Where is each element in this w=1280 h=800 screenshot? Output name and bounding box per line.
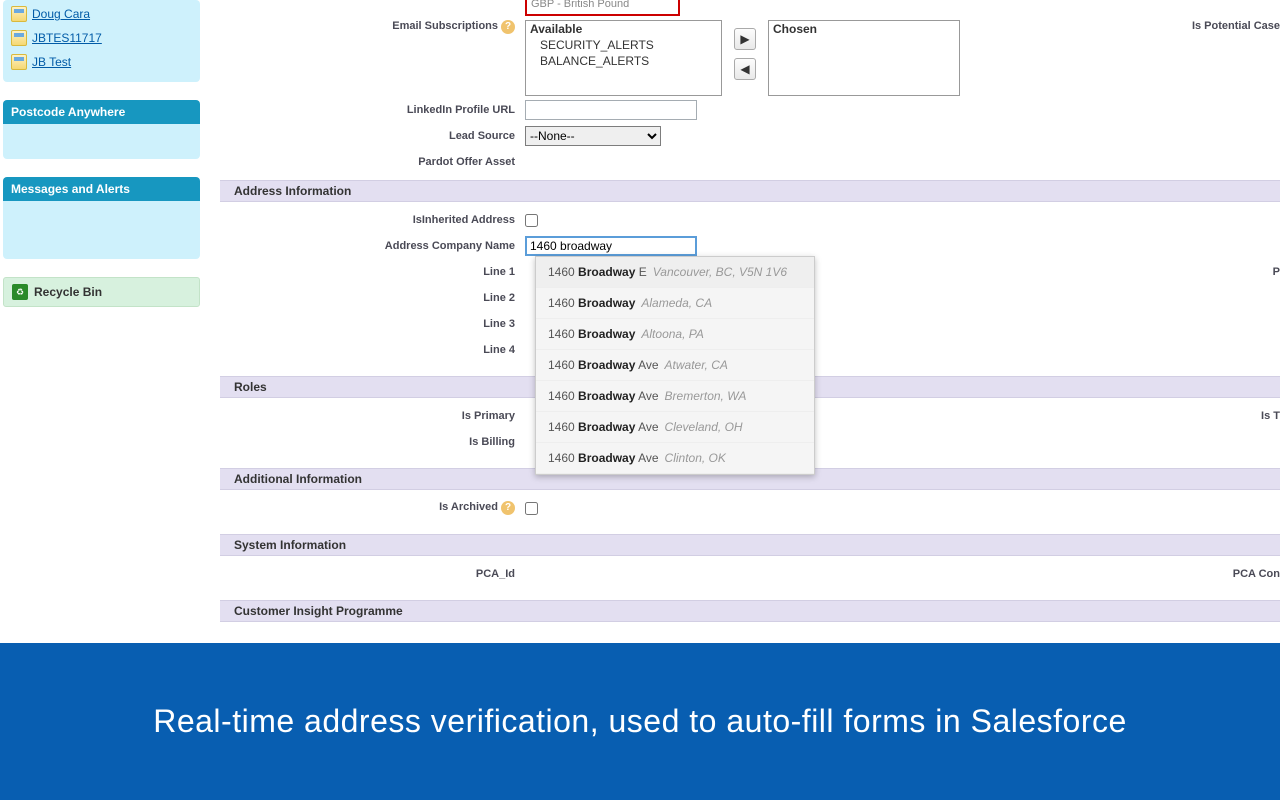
autocomplete-suggestion[interactable]: 1460 Broadway AveCleveland, OH — [536, 412, 814, 443]
customer-section-header: Customer Insight Programme — [220, 600, 1280, 622]
banner-text: Real-time address verification, used to … — [153, 703, 1127, 740]
available-opt[interactable]: SECURITY_ALERTS — [526, 37, 721, 53]
move-right-button[interactable]: ▶ — [734, 28, 756, 50]
system-section-header: System Information — [220, 534, 1280, 556]
recent-items-box: Doug Cara JBTES11717 JB Test — [3, 0, 200, 82]
messages-alerts-box: Messages and Alerts — [3, 177, 200, 259]
leadsource-select[interactable]: --None-- — [525, 126, 661, 146]
recent-item[interactable]: Doug Cara — [3, 2, 200, 26]
box-header: Messages and Alerts — [3, 177, 200, 201]
linkedin-label: LinkedIn Profile URL — [220, 104, 525, 116]
linkedin-input[interactable] — [525, 100, 697, 120]
address-section-header: Address Information — [220, 180, 1280, 202]
currency-select[interactable]: GBP - British Pound — [525, 0, 680, 16]
leadsource-label: Lead Source — [220, 130, 525, 142]
autocomplete-suggestion[interactable]: 1460 BroadwayAltoona, PA — [536, 319, 814, 350]
address-company-input[interactable] — [525, 236, 697, 256]
email-subs-label: Email Subscriptions? — [220, 20, 525, 34]
line4-label: Line 4 — [220, 344, 525, 356]
recycle-bin-link[interactable]: ♻ Recycle Bin — [3, 277, 200, 307]
archived-checkbox[interactable] — [525, 502, 538, 515]
is-primary-label: Is Primary — [220, 410, 525, 422]
address-company-label: Address Company Name — [220, 240, 525, 252]
marketing-banner: Real-time address verification, used to … — [0, 643, 1280, 800]
help-icon[interactable]: ? — [501, 20, 515, 34]
pca-con-label: PCA Con — [1233, 568, 1280, 580]
pardot-label: Pardot Offer Asset — [220, 156, 525, 168]
is-potential-label: Is Potential Case — [1192, 20, 1280, 32]
recycle-label: Recycle Bin — [34, 285, 102, 299]
recent-item[interactable]: JBTES11717 — [3, 26, 200, 50]
available-header: Available — [526, 21, 721, 37]
recent-link-jbtest[interactable]: JB Test — [32, 55, 71, 69]
line2-label: Line 2 — [220, 292, 525, 304]
available-list[interactable]: Available SECURITY_ALERTS BALANCE_ALERTS — [525, 20, 722, 96]
recent-link-jbtes[interactable]: JBTES11717 — [32, 31, 102, 45]
inherited-label: IsInherited Address — [220, 214, 525, 226]
box-header: Postcode Anywhere — [3, 100, 200, 124]
record-icon — [11, 6, 27, 22]
recycle-icon: ♻ — [12, 284, 28, 300]
record-icon — [11, 30, 27, 46]
sidebar: Doug Cara JBTES11717 JB Test Postcode An… — [0, 0, 200, 643]
autocomplete-suggestion[interactable]: 1460 Broadway AveClinton, OK — [536, 443, 814, 474]
recent-item[interactable]: JB Test — [3, 50, 200, 74]
line3-label: Line 3 — [220, 318, 525, 330]
is-billing-label: Is Billing — [220, 436, 525, 448]
is-archived-label: Is Archived? — [220, 501, 525, 515]
autocomplete-suggestion[interactable]: 1460 Broadway AveBremerton, WA — [536, 381, 814, 412]
record-icon — [11, 54, 27, 70]
line1-label: Line 1 — [220, 266, 525, 278]
postcode-anywhere-box: Postcode Anywhere — [3, 100, 200, 159]
address-autocomplete-dropdown: 1460 Broadway EVancouver, BC, V5N 1V6146… — [535, 256, 815, 475]
chosen-header: Chosen — [769, 21, 959, 37]
right-label-p: P — [1273, 266, 1280, 278]
recent-link-doug[interactable]: Doug Cara — [32, 7, 90, 21]
autocomplete-suggestion[interactable]: 1460 BroadwayAlameda, CA — [536, 288, 814, 319]
autocomplete-suggestion[interactable]: 1460 Broadway EVancouver, BC, V5N 1V6 — [536, 257, 814, 288]
autocomplete-suggestion[interactable]: 1460 Broadway AveAtwater, CA — [536, 350, 814, 381]
inherited-checkbox[interactable] — [525, 214, 538, 227]
move-left-button[interactable]: ◀ — [734, 58, 756, 80]
pca-id-label: PCA_Id — [220, 568, 525, 580]
chosen-list[interactable]: Chosen — [768, 20, 960, 96]
help-icon[interactable]: ? — [501, 501, 515, 515]
available-opt[interactable]: BALANCE_ALERTS — [526, 53, 721, 69]
right-label-t: Is T — [1261, 410, 1280, 422]
